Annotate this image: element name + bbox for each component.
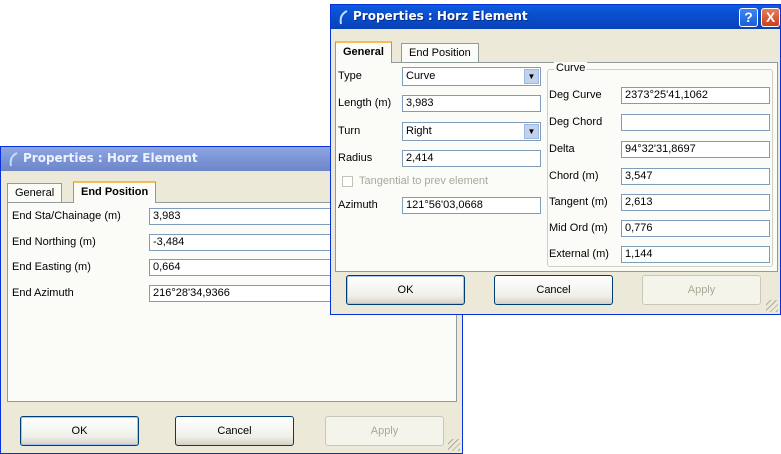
general-panel: Type Curve ▼ Length (m) 3,983 Turn Right…: [335, 62, 778, 272]
external-label: External (m): [549, 248, 609, 260]
deg-chord-field[interactable]: [621, 114, 770, 131]
mid-ord-label: Mid Ord (m): [549, 222, 608, 234]
turn-value: Right: [406, 125, 432, 137]
length-field[interactable]: 3,983: [402, 95, 541, 112]
mid-ord-field[interactable]: 0,776: [621, 220, 770, 237]
ok-button[interactable]: OK: [20, 416, 139, 446]
type-value: Curve: [406, 70, 436, 82]
tab-general[interactable]: General: [335, 41, 392, 63]
app-arc-icon: [9, 152, 18, 167]
delta-label: Delta: [549, 143, 575, 155]
help-button[interactable]: ?: [739, 8, 758, 27]
deg-curve-field[interactable]: 2373°25'41,1062: [621, 87, 770, 104]
front-properties-window: Properties : Horz Element ? X General En…: [330, 4, 781, 315]
deg-curve-label: Deg Curve: [549, 89, 602, 101]
tab-end-position[interactable]: End Position: [73, 181, 157, 203]
chord-field[interactable]: 3,547: [621, 168, 770, 185]
tangential-label: Tangential to prev element: [359, 175, 489, 187]
apply-button: Apply: [642, 275, 761, 305]
resize-grip[interactable]: [766, 300, 778, 312]
deg-chord-label: Deg Chord: [549, 116, 603, 128]
chevron-down-icon[interactable]: ▼: [524, 69, 539, 84]
apply-button: Apply: [325, 416, 444, 446]
end-northing-label: End Northing (m): [12, 236, 96, 248]
front-title-bar[interactable]: Properties : Horz Element ? X: [331, 5, 780, 29]
end-chainage-label: End Sta/Chainage (m): [12, 210, 121, 222]
type-label: Type: [338, 70, 362, 82]
ok-button[interactable]: OK: [346, 275, 465, 305]
window-title: Properties : Horz Element: [353, 9, 528, 23]
length-label: Length (m): [338, 97, 392, 109]
curve-group-title: Curve: [554, 62, 588, 74]
end-azimuth-label: End Azimuth: [12, 287, 74, 299]
app-arc-icon: [339, 10, 348, 25]
radius-label: Radius: [338, 152, 373, 164]
azimuth-label: Azimuth: [338, 199, 378, 211]
external-field[interactable]: 1,144: [621, 246, 770, 263]
radius-field[interactable]: 2,414: [402, 150, 541, 167]
chevron-down-icon[interactable]: ▼: [524, 124, 539, 139]
tangent-label: Tangent (m): [549, 196, 608, 208]
azimuth-field[interactable]: 121°56'03,0668: [402, 197, 541, 214]
cancel-button[interactable]: Cancel: [175, 416, 294, 446]
cancel-button[interactable]: Cancel: [494, 275, 613, 305]
window-title: Properties : Horz Element: [23, 151, 198, 165]
turn-dropdown[interactable]: Right ▼: [402, 122, 541, 141]
end-easting-label: End Easting (m): [12, 261, 91, 273]
tangent-field[interactable]: 2,613: [621, 194, 770, 211]
tangential-checkbox: [342, 176, 353, 187]
resize-grip[interactable]: [448, 439, 460, 451]
turn-label: Turn: [338, 125, 361, 137]
delta-field[interactable]: 94°32'31,8697: [621, 141, 770, 158]
type-dropdown[interactable]: Curve ▼: [402, 67, 541, 86]
tab-general[interactable]: General: [7, 183, 63, 203]
tab-end-position[interactable]: End Position: [401, 43, 479, 63]
close-button[interactable]: X: [761, 8, 780, 27]
chord-label: Chord (m): [549, 170, 599, 182]
